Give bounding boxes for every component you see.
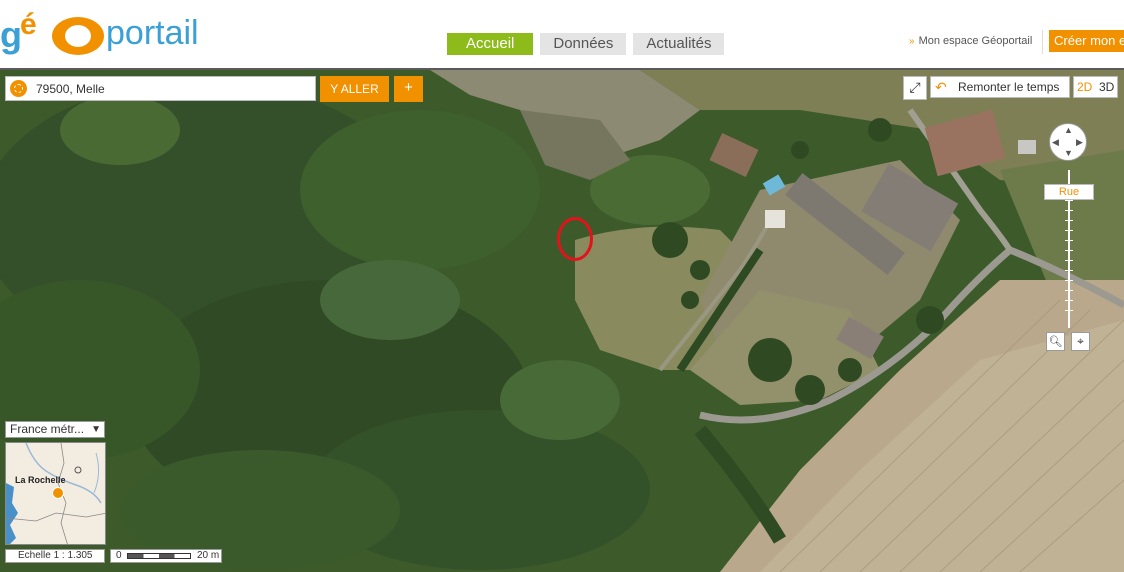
pan-down-icon[interactable]: ▼ [1064, 149, 1073, 158]
search-box [5, 76, 316, 101]
location-marker-circle [557, 217, 593, 261]
zoom-tick [1065, 220, 1073, 221]
create-space-button[interactable]: Créer mon espace [1049, 30, 1124, 52]
my-space-link-label: Mon espace Géoportail [918, 35, 1033, 47]
territory-select-value: France métr... [10, 422, 85, 436]
zoom-tick [1065, 290, 1073, 291]
minimap-location-pin-icon [52, 487, 64, 499]
zoom-level-label[interactable]: Rue [1044, 184, 1094, 200]
logo-text-portail: portail [106, 14, 199, 52]
tab-accueil[interactable]: Accueil [447, 33, 534, 55]
pan-right-icon[interactable]: ▶ [1076, 138, 1083, 147]
more-options-button[interactable]: + [394, 76, 423, 102]
minimap-place-label: La Rochelle [15, 475, 66, 485]
scale-bar-graphic [127, 553, 191, 559]
zoom-tick [1065, 230, 1073, 231]
zoom-tick [1065, 200, 1073, 201]
zoom-tick [1065, 310, 1073, 311]
zoom-box-icon[interactable]: 🔍︎ [1046, 332, 1065, 351]
pan-up-icon[interactable]: ▲ [1064, 126, 1073, 135]
chevron-down-icon: ▼ [91, 424, 101, 435]
view-mode-toggle: 2D 3D [1073, 76, 1118, 98]
center-map-icon[interactable]: ⌖ [1071, 332, 1090, 351]
aerial-map[interactable]: Y ALLER + ⤢ ↶ Remonter le temps 2D 3D ▲ … [0, 68, 1124, 572]
locate-icon[interactable] [10, 80, 27, 97]
time-travel-label: Remonter le temps [958, 80, 1060, 94]
header: g é portail Accueil Données Actualités »… [0, 0, 1124, 68]
time-travel-button[interactable]: ↶ Remonter le temps [930, 76, 1070, 98]
tab-actualites[interactable]: Actualités [633, 33, 725, 55]
search-input[interactable] [36, 79, 306, 98]
zoom-tick [1065, 210, 1073, 211]
overview-minimap[interactable]: La Rochelle [5, 442, 106, 545]
zoom-tick [1065, 300, 1073, 301]
chevron-right-icon: » [909, 36, 915, 47]
zoom-tick [1065, 270, 1073, 271]
tab-donnees[interactable]: Données [540, 33, 627, 55]
logo-letter-g: g [0, 14, 22, 55]
undo-arrow-icon: ↶ [935, 79, 947, 95]
territory-select[interactable]: France métr... ▼ [5, 421, 105, 438]
logo-letter-e: é [20, 8, 37, 41]
logo-o-shape [52, 17, 104, 55]
scale-end-label: 20 m [197, 550, 220, 561]
pan-control[interactable]: ▲ ▼ ◀ ▶ [1049, 123, 1087, 161]
zoom-tick [1065, 260, 1073, 261]
header-divider [1042, 30, 1043, 54]
scale-ratio: Echelle 1 : 1.305 [5, 549, 105, 563]
pan-left-icon[interactable]: ◀ [1052, 138, 1059, 147]
view-3d-button[interactable]: 3D [1099, 77, 1114, 97]
fullscreen-icon[interactable]: ⤢ [903, 76, 927, 100]
my-space-link[interactable]: » Mon espace Géoportail [909, 35, 1032, 47]
go-button[interactable]: Y ALLER [320, 76, 389, 102]
aerial-imagery [0, 70, 1124, 572]
view-2d-button[interactable]: 2D [1077, 77, 1092, 97]
geoportail-logo[interactable]: g é portail [0, 6, 220, 56]
scale-start-label: 0 [116, 550, 122, 561]
zoom-tick [1065, 240, 1073, 241]
scale-bar: 0 20 m [110, 549, 222, 563]
zoom-tick [1065, 250, 1073, 251]
zoom-tick [1065, 280, 1073, 281]
main-nav: Accueil Données Actualités [447, 33, 725, 55]
